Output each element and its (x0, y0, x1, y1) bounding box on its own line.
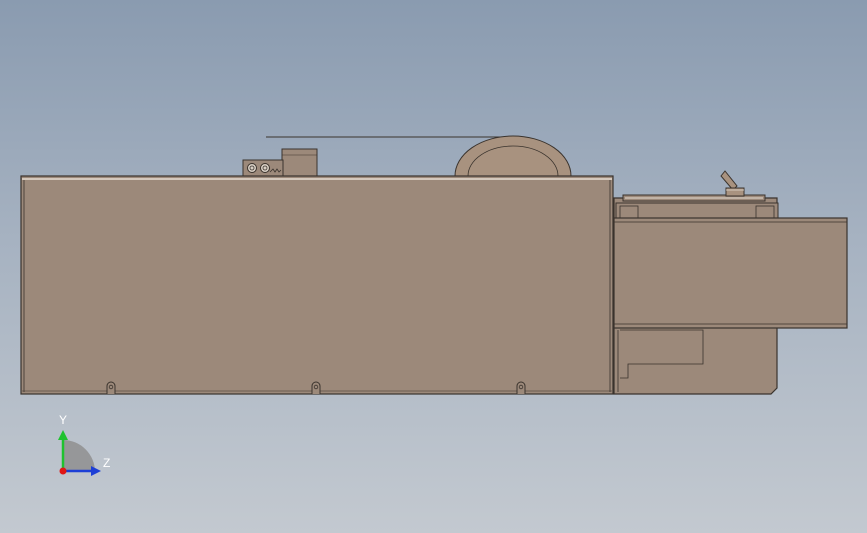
lever-handle[interactable] (720, 170, 745, 197)
model-drawing (20, 135, 848, 476)
triad-y-arrowhead (58, 430, 68, 440)
triad-sector (63, 440, 95, 472)
main-housing[interactable] (20, 175, 614, 395)
triad-y-label: Y (59, 413, 68, 427)
grinding-wheel[interactable] (454, 135, 572, 177)
triad-z-arrowhead (91, 466, 101, 476)
roller-assembly[interactable] (242, 159, 284, 177)
top-block[interactable] (281, 148, 318, 177)
triad-x-axis (59, 467, 67, 475)
coordinate-triad (58, 430, 101, 476)
triad-z-label: Z (103, 456, 111, 470)
feed-channel[interactable] (613, 217, 848, 329)
side-unit-top-plate[interactable] (615, 194, 779, 220)
cad-viewport[interactable]: Y Z (0, 0, 867, 533)
